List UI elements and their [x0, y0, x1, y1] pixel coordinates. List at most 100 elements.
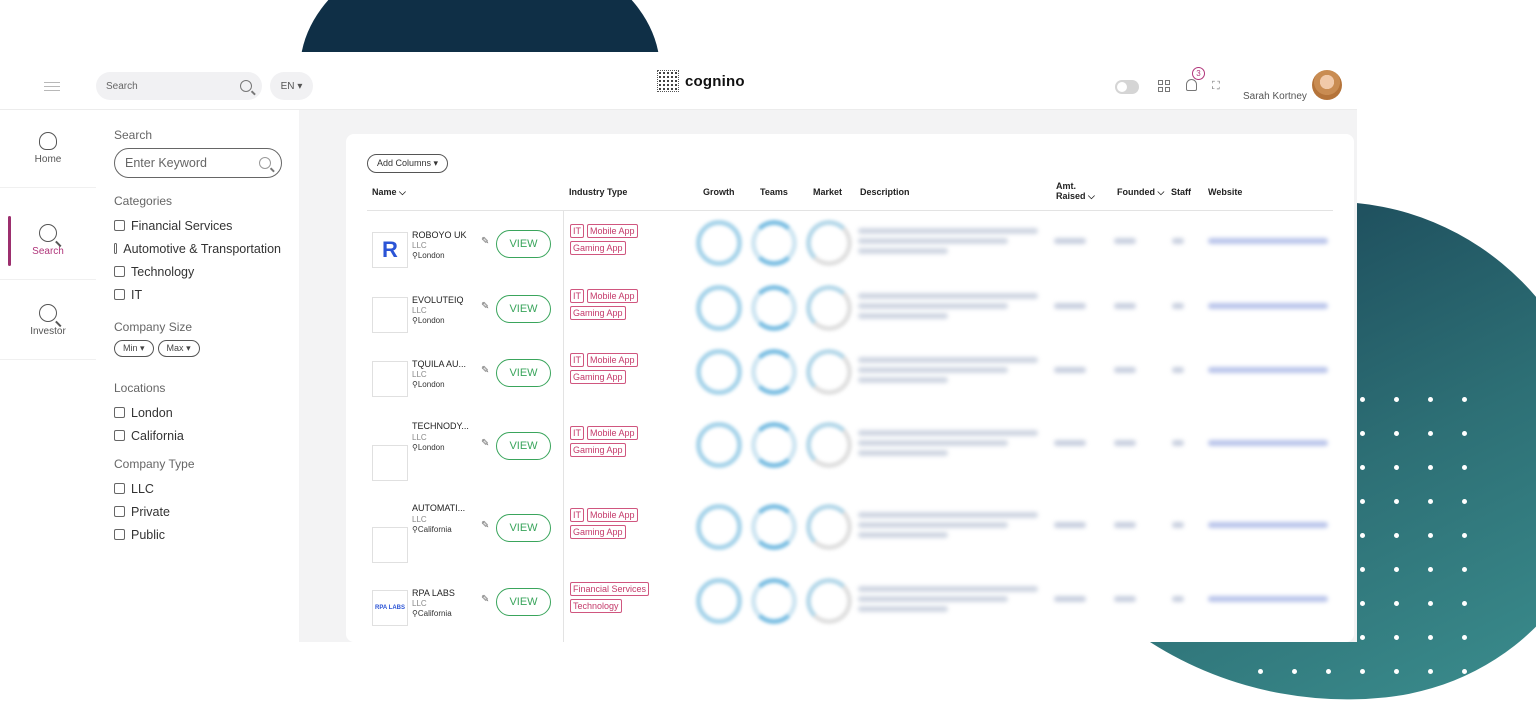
global-search-input[interactable]: Search — [96, 72, 262, 100]
column-header-founded[interactable]: Founded ⌵ — [1117, 187, 1164, 198]
industry-tag: Mobile App — [587, 353, 638, 367]
decorative-dot — [1394, 533, 1399, 538]
company-location: ⚲London — [412, 316, 445, 325]
checkbox-icon[interactable] — [114, 243, 118, 254]
category-checkbox[interactable]: Technology — [114, 260, 281, 283]
checkbox-icon[interactable] — [114, 266, 125, 277]
column-header-name[interactable]: Name ⌵ — [372, 187, 406, 198]
results-card: Add Columns ▾ Name ⌵ Industry Type Growt… — [346, 134, 1354, 642]
company-type-checkbox[interactable]: Public — [114, 523, 281, 546]
view-button[interactable]: VIEW — [496, 295, 551, 323]
pin-icon[interactable]: ✎ — [481, 438, 489, 449]
checkbox-icon[interactable] — [114, 506, 125, 517]
company-type: LLC — [412, 306, 427, 315]
company-name[interactable]: TECHNODY... — [412, 421, 469, 431]
industry-tag: IT — [570, 508, 584, 522]
view-button[interactable]: VIEW — [496, 588, 551, 616]
apps-grid-icon[interactable] — [1158, 80, 1170, 92]
size-max-select[interactable]: Max ▾ — [157, 340, 200, 357]
nav-item-home[interactable]: Home — [0, 110, 96, 188]
table-row[interactable]: EVOLUTEIQ LLC ⚲London ✎ VIEW IT Mobile App Gami… — [346, 285, 1354, 361]
growth-score-ring — [696, 220, 742, 266]
table-row[interactable]: TECHNODY... LLC ⚲London ✎ VIEW IT Mobile App Ga… — [346, 421, 1354, 498]
keyword-input[interactable]: Enter Keyword — [114, 148, 282, 178]
column-header-staff[interactable]: Staff — [1171, 187, 1191, 197]
company-name[interactable]: RPA LABS — [412, 588, 455, 598]
user-name[interactable]: Sarah Kortney — [1243, 91, 1307, 102]
checkbox-icon[interactable] — [114, 407, 125, 418]
blurred-amount — [1054, 367, 1086, 373]
bell-icon[interactable] — [1186, 79, 1197, 91]
teams-score-ring — [751, 349, 797, 395]
checkbox-icon[interactable] — [114, 529, 125, 540]
checkbox-label: Public — [131, 527, 166, 542]
column-header-website[interactable]: Website — [1208, 187, 1242, 197]
company-name[interactable]: TQUILA AU... — [412, 359, 466, 369]
app-window: Search EN ▾ cognino 3 ⛶ Sarah Kortney Ho… — [0, 52, 1357, 642]
menu-icon[interactable] — [44, 82, 60, 92]
teams-score-ring — [751, 220, 797, 266]
checkbox-icon[interactable] — [114, 220, 125, 231]
company-name[interactable]: AUTOMATI... — [412, 503, 465, 513]
search-icon[interactable] — [259, 157, 271, 169]
decorative-dot — [1462, 635, 1467, 640]
language-select[interactable]: EN ▾ — [270, 72, 313, 100]
location-checkbox[interactable]: London — [114, 401, 281, 424]
view-button[interactable]: VIEW — [496, 514, 551, 542]
nav-item-search[interactable]: Search — [0, 202, 96, 280]
category-checkbox[interactable]: IT — [114, 283, 281, 306]
size-min-select[interactable]: Min ▾ — [114, 340, 154, 357]
category-checkbox[interactable]: Financial Services — [114, 214, 281, 237]
checkbox-icon[interactable] — [114, 430, 125, 441]
category-checkbox[interactable]: Automotive & Transportation — [114, 237, 281, 260]
table-row[interactable]: RPA LABS RPA LABS LLC ⚲California ✎ VIEW Finan… — [346, 578, 1354, 642]
avatar[interactable] — [1312, 70, 1342, 100]
decorative-dot — [1462, 567, 1467, 572]
pin-icon[interactable]: ✎ — [481, 301, 489, 312]
table-row[interactable]: TQUILA AU... LLC ⚲London ✎ VIEW IT Mobile App G… — [346, 349, 1354, 425]
company-name[interactable]: EVOLUTEIQ — [412, 295, 464, 305]
blurred-description — [858, 367, 1008, 373]
column-header-amt-raised[interactable]: Amt. Raised ⌵ — [1056, 181, 1095, 201]
pin-icon[interactable]: ✎ — [481, 365, 489, 376]
pin-icon[interactable]: ✎ — [481, 520, 489, 531]
view-button[interactable]: VIEW — [496, 359, 551, 387]
pin-icon[interactable]: ✎ — [481, 236, 489, 247]
industry-tags: IT Mobile App Gaming App — [570, 224, 690, 255]
table-row[interactable]: R ROBOYO UK LLC ⚲London ✎ VIEW IT Mobile App Gam… — [346, 220, 1354, 296]
company-type-checkbox[interactable]: LLC — [114, 477, 281, 500]
column-header-industry[interactable]: Industry Type — [569, 187, 627, 197]
company-type-checkbox[interactable]: Private — [114, 500, 281, 523]
column-header-description[interactable]: Description — [860, 187, 910, 197]
company-location-text: London — [417, 380, 445, 389]
company-name[interactable]: ROBOYO UK — [412, 230, 467, 240]
column-header-growth[interactable]: Growth — [703, 187, 735, 197]
decorative-dot — [1258, 669, 1263, 674]
filter-search-title: Search — [114, 128, 153, 142]
add-columns-button[interactable]: Add Columns ▾ — [367, 154, 449, 173]
column-header-teams[interactable]: Teams — [760, 187, 788, 197]
checkbox-label: IT — [131, 287, 143, 302]
brand-logo-icon — [657, 70, 679, 92]
fullscreen-icon[interactable]: ⛶ — [1212, 80, 1224, 92]
nav-item-investor[interactable]: Investor — [0, 282, 96, 360]
market-score-ring — [806, 285, 852, 331]
industry-tag: Financial Services — [570, 582, 650, 596]
column-header-market[interactable]: Market — [813, 187, 842, 197]
decorative-dot — [1462, 669, 1467, 674]
theme-toggle[interactable] — [1115, 80, 1139, 94]
decorative-dot — [1428, 635, 1433, 640]
view-button[interactable]: VIEW — [496, 432, 551, 460]
industry-tag: Mobile App — [587, 289, 638, 303]
checkbox-icon[interactable] — [114, 483, 125, 494]
view-button[interactable]: VIEW — [496, 230, 551, 258]
table-row[interactable]: AUTOMATI... LLC ⚲California ✎ VIEW IT Mobile A… — [346, 503, 1354, 580]
market-score-ring — [806, 349, 852, 395]
hot-air-balloon-icon — [39, 132, 57, 150]
checkbox-icon[interactable] — [114, 289, 125, 300]
decorative-dot — [1360, 533, 1365, 538]
location-checkbox[interactable]: California — [114, 424, 281, 447]
pin-icon[interactable]: ✎ — [481, 594, 489, 605]
company-type: LLC — [412, 433, 427, 442]
search-icon[interactable] — [240, 80, 252, 92]
